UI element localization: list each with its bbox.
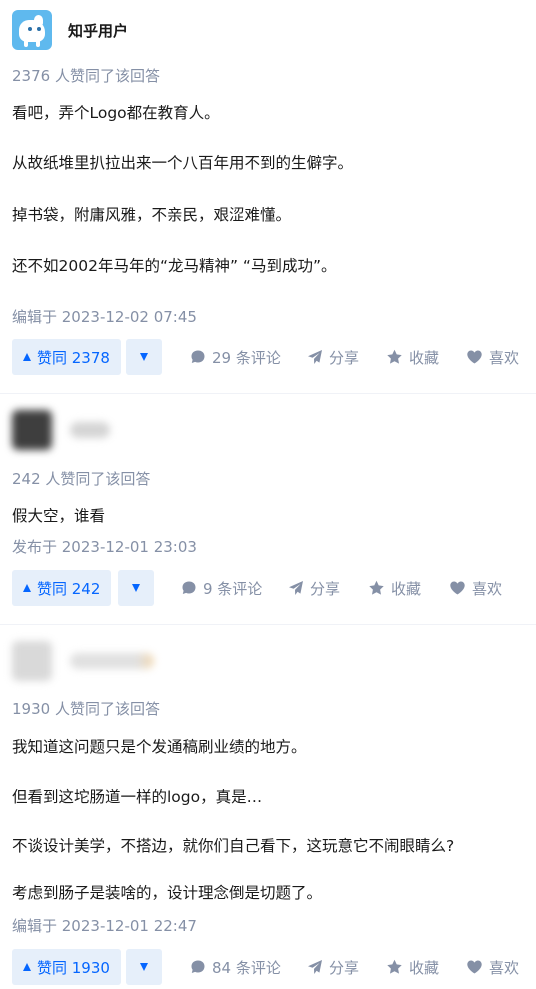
answer-author — [12, 410, 110, 450]
author-name-redacted[interactable] — [70, 653, 154, 669]
avatar-leg-shape — [36, 40, 40, 47]
answer-item: 知乎用户 2376 人赞同了该回答 看吧，弄个Logo都在教育人。 从故纸堆里扒… — [0, 0, 536, 393]
paper-plane-icon — [308, 960, 322, 974]
comments-label: 29 条评论 — [212, 348, 281, 367]
answer-item: 242 人赞同了该回答 假大空，谁看 发布于 2023-12-01 23:03 … — [0, 394, 536, 624]
share-button[interactable]: 分享 — [288, 570, 340, 606]
comment-bubble-icon — [191, 350, 205, 363]
triangle-up-icon — [23, 963, 31, 971]
upvote-button[interactable]: 赞同 242 — [12, 570, 112, 606]
comments-label: 84 条评论 — [212, 958, 281, 977]
heart-icon — [450, 581, 465, 595]
author-name-redacted[interactable] — [70, 422, 110, 438]
answer-item: 1930 人赞同了该回答 我知道这问题只是个发通稿刷业绩的地方。 但看到这坨肠道… — [0, 625, 536, 989]
star-icon — [369, 580, 384, 595]
triangle-up-icon — [23, 353, 31, 361]
share-label: 分享 — [329, 958, 360, 977]
collect-button[interactable]: 收藏 — [386, 339, 439, 375]
content-paragraph: 掉书袋，附庸风雅，不亲民，艰涩难懂。 — [12, 206, 292, 224]
collect-label: 收藏 — [409, 348, 440, 367]
share-button[interactable]: 分享 — [307, 949, 359, 985]
answer-actions: 赞同 1930 84 条评论 分享 收藏 喜欢 — [12, 949, 532, 985]
heart-icon — [467, 350, 482, 364]
like-button[interactable]: 喜欢 — [466, 949, 519, 985]
answer-author — [12, 641, 154, 681]
content-paragraph: 还不如2002年马年的“龙马精神” “马到成功”。 — [12, 257, 337, 275]
content-paragraph: 从故纸堆里扒拉出来一个八百年用不到的生僻字。 — [12, 154, 354, 172]
upvote-button[interactable]: 赞同 1930 — [12, 949, 121, 985]
downvote-button[interactable] — [118, 570, 154, 606]
comments-button[interactable]: 84 条评论 — [190, 949, 281, 985]
collect-label: 收藏 — [409, 958, 440, 977]
heart-icon — [467, 960, 482, 974]
triangle-down-icon — [140, 353, 148, 361]
content-paragraph: 考虑到肠子是装啥的，设计理念倒是切题了。 — [12, 884, 323, 902]
like-label: 喜欢 — [489, 958, 520, 977]
author-name[interactable]: 知乎用户 — [68, 20, 128, 41]
like-label: 喜欢 — [489, 348, 520, 367]
downvote-button[interactable] — [126, 949, 162, 985]
downvote-button[interactable] — [126, 339, 162, 375]
triangle-up-icon — [23, 584, 31, 592]
comment-bubble-icon — [191, 960, 205, 973]
answer-actions: 赞同 242 9 条评论 分享 收藏 喜欢 — [12, 570, 532, 606]
comments-button[interactable]: 29 条评论 — [190, 339, 281, 375]
paper-plane-icon — [308, 350, 322, 364]
answer-actions: 赞同 2378 29 条评论 分享 收藏 喜欢 — [12, 339, 532, 375]
avatar[interactable] — [12, 641, 52, 681]
vote-count-text: 1930 人赞同了该回答 — [12, 700, 160, 718]
triangle-down-icon — [132, 584, 140, 592]
comments-button[interactable]: 9 条评论 — [181, 570, 262, 606]
answer-timestamp[interactable]: 编辑于 2023-12-01 22:47 — [12, 915, 197, 936]
paper-plane-icon — [289, 581, 303, 595]
content-paragraph: 看吧，弄个Logo都在教育人。 — [12, 104, 220, 122]
vote-count-text: 242 人赞同了该回答 — [12, 470, 151, 488]
upvote-label: 赞同 242 — [37, 579, 101, 598]
like-button[interactable]: 喜欢 — [449, 570, 502, 606]
like-label: 喜欢 — [472, 579, 503, 598]
answer-author: 知乎用户 — [12, 10, 128, 50]
comments-label: 9 条评论 — [203, 579, 263, 598]
upvote-label: 赞同 1930 — [37, 958, 110, 977]
upvote-button[interactable]: 赞同 2378 — [12, 339, 121, 375]
answer-timestamp[interactable]: 发布于 2023-12-01 23:03 — [12, 536, 197, 557]
avatar-eye-shape — [37, 27, 41, 31]
share-label: 分享 — [329, 348, 360, 367]
content-paragraph: 但看到这坨肠道一样的logo，真是… — [12, 788, 263, 806]
share-button[interactable]: 分享 — [307, 339, 359, 375]
content-paragraph: 假大空，谁看 — [12, 507, 106, 525]
share-label: 分享 — [310, 579, 341, 598]
vote-count-text: 2376 人赞同了该回答 — [12, 67, 160, 85]
comment-bubble-icon — [182, 581, 196, 594]
avatar-face-shape — [19, 20, 45, 42]
content-paragraph: 不谈设计美学，不搭边，就你们自己看下，这玩意它不闹眼睛么? — [12, 837, 455, 855]
star-icon — [387, 959, 402, 974]
star-icon — [387, 349, 402, 364]
avatar[interactable] — [12, 10, 52, 50]
upvote-label: 赞同 2378 — [37, 348, 110, 367]
answer-timestamp[interactable]: 编辑于 2023-12-02 07:45 — [12, 306, 197, 327]
avatar-eye-shape — [28, 27, 32, 31]
content-paragraph: 我知道这问题只是个发通稿刷业绩的地方。 — [12, 738, 307, 756]
like-button[interactable]: 喜欢 — [466, 339, 519, 375]
triangle-down-icon — [140, 963, 148, 971]
collect-label: 收藏 — [391, 579, 422, 598]
avatar[interactable] — [12, 410, 52, 450]
avatar-leg-shape — [24, 40, 28, 47]
collect-button[interactable]: 收藏 — [386, 949, 439, 985]
collect-button[interactable]: 收藏 — [368, 570, 421, 606]
